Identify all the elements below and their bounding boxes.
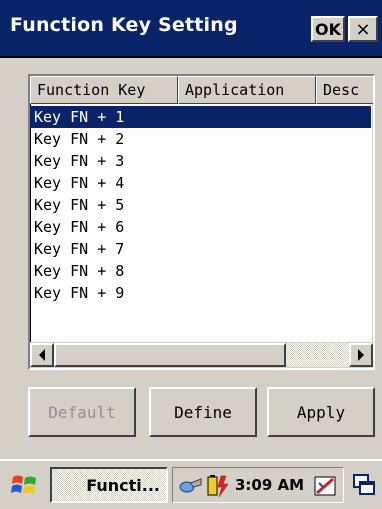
column-header-function-key[interactable]: Function Key xyxy=(30,76,178,104)
define-button[interactable]: Define xyxy=(149,387,257,437)
default-button[interactable]: Default xyxy=(28,387,136,437)
column-header-desc[interactable]: Desc xyxy=(316,76,373,104)
close-button[interactable]: × xyxy=(348,16,378,42)
column-header-application[interactable]: Application xyxy=(178,76,316,104)
window-title: Function Key Setting xyxy=(10,14,238,36)
taskbar: Functi... 3:09 AM xyxy=(0,459,382,509)
scroll-left-button[interactable] xyxy=(30,343,54,367)
task-button-function[interactable]: Functi... xyxy=(50,467,168,503)
input-panel-icon[interactable] xyxy=(313,473,339,499)
desktop-icon[interactable] xyxy=(352,473,376,497)
list-item[interactable]: Key FN + 4 xyxy=(30,172,373,194)
list-item[interactable]: Key FN + 8 xyxy=(30,260,373,282)
battery-icon[interactable] xyxy=(205,473,231,499)
list-item[interactable]: Key FN + 5 xyxy=(30,194,373,216)
arrow-right-icon xyxy=(358,349,364,361)
horizontal-scrollbar[interactable] xyxy=(30,342,373,368)
apply-button[interactable]: Apply xyxy=(267,387,375,437)
function-key-list[interactable]: Function Key Application Desc Key FN + 1… xyxy=(28,74,375,370)
list-item[interactable]: Key FN + 3 xyxy=(30,150,373,172)
ok-button[interactable]: OK xyxy=(311,16,345,42)
list-item[interactable]: Key FN + 6 xyxy=(30,216,373,238)
arrow-left-icon xyxy=(39,349,45,361)
list-rows: Key FN + 1 Key FN + 2 Key FN + 3 Key FN … xyxy=(30,106,373,304)
network-icon[interactable] xyxy=(179,473,205,497)
clock[interactable]: 3:09 AM xyxy=(235,476,304,494)
scroll-right-button[interactable] xyxy=(349,343,373,367)
list-item[interactable]: Key FN + 2 xyxy=(30,128,373,150)
list-item[interactable]: Key FN + 1 xyxy=(30,106,371,128)
start-button[interactable] xyxy=(6,469,44,501)
title-bar: Function Key Setting OK × xyxy=(0,0,382,58)
list-header: Function Key Application Desc xyxy=(30,76,373,104)
start-windows-icon xyxy=(11,475,36,494)
system-tray: 3:09 AM xyxy=(172,467,344,503)
scrollbar-thumb[interactable] xyxy=(54,343,286,367)
list-item[interactable]: Key FN + 7 xyxy=(30,238,373,260)
list-item[interactable]: Key FN + 9 xyxy=(30,282,373,304)
